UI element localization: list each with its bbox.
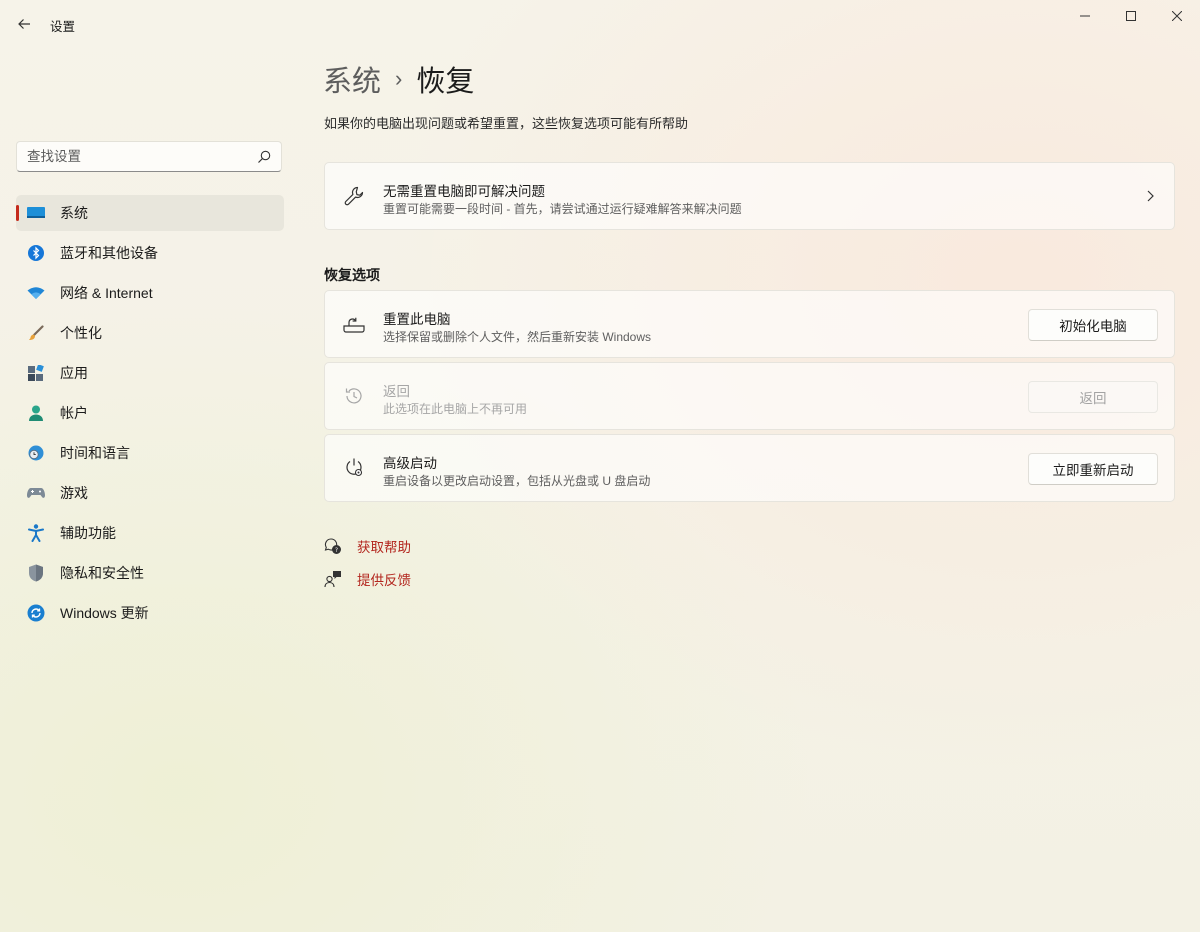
sidebar-item-personalization[interactable]: 个性化 bbox=[16, 315, 284, 351]
sidebar-nav: 系统 蓝牙和其他设备 网络 & Internet 个性化 应用 帐户 时间和语言… bbox=[16, 195, 284, 635]
minimize-button[interactable] bbox=[1062, 0, 1108, 32]
page-title: 恢复 bbox=[416, 66, 475, 98]
give-feedback-link[interactable]: 提供反馈 bbox=[324, 568, 411, 590]
minimize-icon bbox=[1080, 15, 1090, 17]
chevron-right-icon bbox=[1147, 190, 1154, 202]
sidebar-item-label: Windows 更新 bbox=[60, 605, 149, 621]
troubleshoot-card[interactable]: 无需重置电脑即可解决问题 重置可能需要一段时间 - 首先，请尝试通过运行疑难解答… bbox=[324, 162, 1175, 230]
brush-icon bbox=[27, 324, 45, 342]
sidebar-item-label: 游戏 bbox=[60, 485, 88, 501]
page-subtitle: 如果你的电脑出现问题或希望重置，这些恢复选项可能有所帮助 bbox=[324, 116, 689, 131]
wrench-icon bbox=[343, 185, 365, 207]
sidebar-item-time-language[interactable]: 时间和语言 bbox=[16, 435, 284, 471]
advanced-startup-description: 重启设备以更改启动设置，包括从光盘或 U 盘启动 bbox=[383, 474, 651, 488]
maximize-button[interactable] bbox=[1108, 0, 1154, 32]
breadcrumb-separator: › bbox=[395, 66, 403, 91]
help-chat-icon: ? bbox=[324, 537, 342, 555]
sidebar-item-privacy[interactable]: 隐私和安全性 bbox=[16, 555, 284, 591]
close-icon bbox=[1172, 11, 1182, 21]
feedback-icon bbox=[324, 570, 342, 588]
bluetooth-icon bbox=[27, 244, 45, 262]
sidebar-item-network[interactable]: 网络 & Internet bbox=[16, 275, 284, 311]
get-help-link[interactable]: ? 获取帮助 bbox=[324, 535, 411, 557]
back-arrow-icon[interactable] bbox=[14, 14, 34, 34]
sidebar-item-label: 应用 bbox=[60, 365, 88, 381]
app-title: 设置 bbox=[50, 20, 76, 34]
account-icon bbox=[27, 404, 45, 422]
gamepad-icon bbox=[27, 484, 45, 502]
search-icon[interactable] bbox=[257, 150, 271, 164]
history-icon bbox=[343, 385, 365, 407]
get-help-label: 获取帮助 bbox=[357, 540, 411, 555]
svg-text:?: ? bbox=[335, 547, 338, 554]
advanced-startup-icon bbox=[343, 457, 365, 479]
go-back-button: 返回 bbox=[1028, 381, 1158, 413]
apps-icon bbox=[27, 364, 45, 382]
sidebar-item-accessibility[interactable]: 辅助功能 bbox=[16, 515, 284, 551]
maximize-icon bbox=[1126, 11, 1136, 21]
breadcrumb: 系统 › 恢复 bbox=[323, 58, 474, 100]
reset-pc-description: 选择保留或删除个人文件，然后重新安装 Windows bbox=[383, 330, 652, 344]
close-button[interactable] bbox=[1154, 0, 1200, 32]
windows-update-icon bbox=[27, 604, 45, 622]
reset-pc-button[interactable]: 初始化电脑 bbox=[1028, 309, 1158, 341]
wifi-icon bbox=[27, 284, 45, 302]
recovery-section-title: 恢复选项 bbox=[324, 267, 380, 283]
advanced-startup-card: 高级启动 重启设备以更改启动设置，包括从光盘或 U 盘启动 立即重新启动 bbox=[324, 434, 1175, 502]
sidebar-item-gaming[interactable]: 游戏 bbox=[16, 475, 284, 511]
system-display-icon bbox=[27, 204, 45, 222]
restart-now-button[interactable]: 立即重新启动 bbox=[1028, 453, 1158, 485]
accessibility-icon bbox=[27, 524, 45, 542]
sidebar-item-label: 网络 & Internet bbox=[60, 285, 153, 301]
breadcrumb-parent-link[interactable]: 系统 bbox=[323, 58, 381, 100]
troubleshoot-description: 重置可能需要一段时间 - 首先，请尝试通过运行疑难解答来解决问题 bbox=[383, 202, 742, 216]
sidebar-item-label: 帐户 bbox=[60, 405, 88, 421]
globe-clock-icon bbox=[27, 444, 45, 462]
sidebar-item-label: 蓝牙和其他设备 bbox=[60, 245, 158, 261]
troubleshoot-title: 无需重置电脑即可解决问题 bbox=[383, 184, 545, 199]
sidebar-item-bluetooth[interactable]: 蓝牙和其他设备 bbox=[16, 235, 284, 271]
advanced-startup-title: 高级启动 bbox=[383, 456, 437, 471]
reset-pc-title: 重置此电脑 bbox=[383, 312, 451, 327]
sidebar-item-label: 个性化 bbox=[60, 325, 102, 341]
title-bar: 设置 bbox=[0, 0, 1200, 48]
sidebar-item-system[interactable]: 系统 bbox=[16, 195, 284, 231]
sidebar-item-windows-update[interactable]: Windows 更新 bbox=[16, 595, 284, 631]
sidebar-item-label: 隐私和安全性 bbox=[60, 565, 144, 581]
give-feedback-label: 提供反馈 bbox=[357, 573, 411, 588]
sidebar-item-label: 系统 bbox=[60, 205, 88, 221]
sidebar-item-label: 辅助功能 bbox=[60, 525, 116, 541]
go-back-title: 返回 bbox=[383, 384, 410, 399]
reset-pc-card: 重置此电脑 选择保留或删除个人文件，然后重新安装 Windows 初始化电脑 bbox=[324, 290, 1175, 358]
sidebar-item-apps[interactable]: 应用 bbox=[16, 355, 284, 391]
go-back-description: 此选项在此电脑上不再可用 bbox=[383, 402, 528, 416]
shield-icon bbox=[27, 564, 45, 582]
search-box bbox=[16, 141, 282, 172]
reset-pc-icon bbox=[343, 313, 365, 335]
go-back-card: 返回 此选项在此电脑上不再可用 返回 bbox=[324, 362, 1175, 430]
sidebar-item-label: 时间和语言 bbox=[60, 445, 130, 461]
search-input[interactable] bbox=[17, 142, 267, 171]
sidebar-item-accounts[interactable]: 帐户 bbox=[16, 395, 284, 431]
